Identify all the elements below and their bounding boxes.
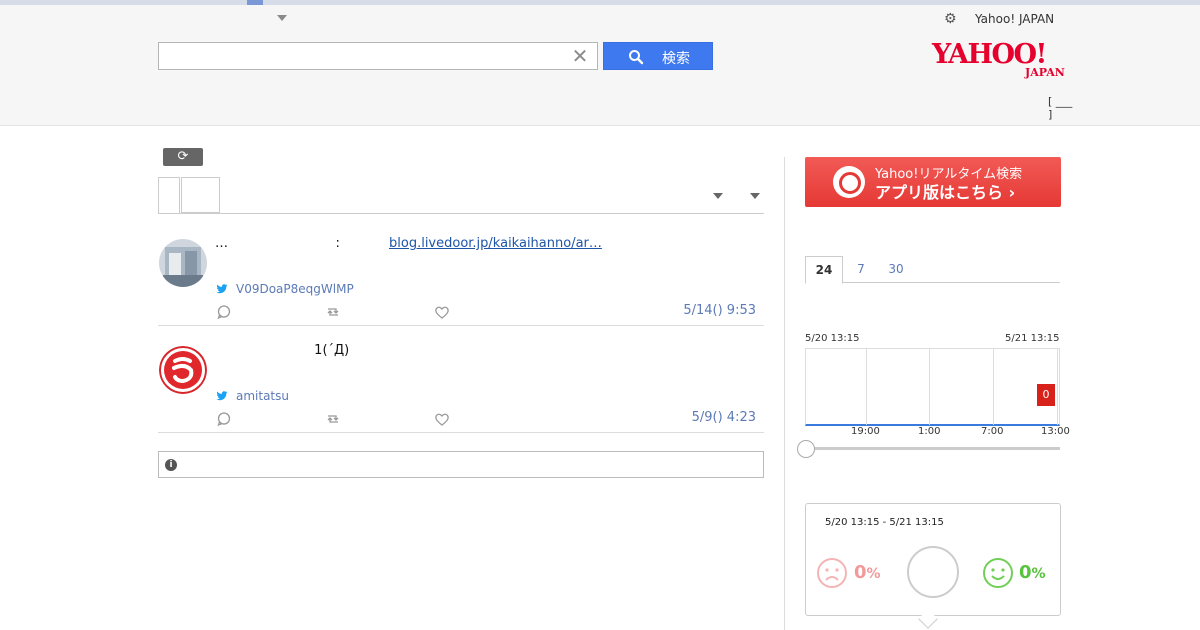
tab-range-7[interactable]: 7	[851, 256, 871, 283]
tabs-divider	[158, 213, 764, 214]
twitter-icon	[216, 284, 228, 294]
positive-value: 0	[1019, 562, 1032, 583]
tweet-time[interactable]: 5/14() 9:53	[683, 303, 756, 318]
gear-icon[interactable]: ⚙	[944, 12, 958, 26]
negative-percent: 0%	[854, 562, 881, 583]
gridline	[929, 349, 930, 425]
filter-dropdown-icon[interactable]	[750, 193, 760, 199]
positive-unit: %	[1031, 566, 1046, 582]
chart-start-label: 5/20 13:15	[805, 333, 860, 344]
yahoo-japan-link[interactable]: Yahoo! JAPAN	[975, 12, 1054, 26]
gridline	[1057, 349, 1058, 425]
x-tick-label: 1:00	[918, 426, 941, 437]
tweet-username[interactable]: V09DoaP8eqgWlMP	[236, 282, 354, 296]
tweet-username[interactable]: amitatsu	[236, 389, 289, 403]
bracket-text: [ ___ ]	[1048, 95, 1073, 121]
like-icon[interactable]	[434, 304, 450, 320]
time-slider-track[interactable]	[805, 447, 1060, 450]
refresh-icon: ⟳	[177, 149, 189, 164]
app-banner-cta: アプリ版はこちら ›	[875, 183, 1016, 202]
gridline	[866, 349, 867, 425]
search-icon	[629, 50, 644, 65]
search-button-label: 検索	[662, 51, 690, 67]
tab-2[interactable]	[181, 177, 220, 213]
tweet-volume-chart: 0	[805, 348, 1060, 426]
time-slider-handle[interactable]	[797, 440, 815, 458]
tab-range-30[interactable]: 30	[883, 256, 909, 283]
logo-subtext: JAPAN	[1024, 66, 1065, 79]
avatar[interactable]	[159, 346, 207, 394]
info-icon: i	[165, 459, 177, 471]
sort-dropdown-icon[interactable]	[713, 193, 723, 199]
gridline	[993, 349, 994, 425]
tweet-link[interactable]: blog.livedoor.jp/kaikaihanno/ar…	[389, 236, 602, 251]
twitter-icon	[216, 391, 228, 401]
chart-end-label: 5/21 13:15	[1005, 333, 1060, 344]
clear-icon[interactable]: ✕	[569, 45, 591, 67]
search-button[interactable]: 検索	[603, 42, 713, 70]
range-tabs: 24 7 30	[805, 256, 1060, 284]
retweet-icon[interactable]	[325, 304, 341, 320]
reply-icon[interactable]	[216, 304, 232, 320]
sentiment-panel: 5/20 13:15 - 5/21 13:15 0% 0%	[805, 503, 1061, 616]
column-divider	[784, 157, 785, 630]
sentiment-range: 5/20 13:15 - 5/21 13:15	[825, 517, 944, 528]
chart-bar[interactable]: 0	[1037, 384, 1055, 406]
refresh-button[interactable]: ⟳	[163, 148, 203, 166]
info-notice: i	[158, 451, 764, 478]
tweet-item: … : blog.livedoor.jp/kaikaihanno/ar… V09…	[158, 219, 764, 326]
retweet-icon[interactable]	[325, 411, 341, 427]
negative-face-icon	[817, 558, 847, 588]
sentiment-ring	[907, 546, 959, 598]
search-input[interactable]	[165, 47, 560, 65]
tab-range-24[interactable]: 24	[805, 256, 843, 284]
search-app-icon	[833, 166, 865, 198]
like-icon[interactable]	[434, 411, 450, 427]
tweet-text: 1(´Д)	[215, 343, 350, 358]
tab-1[interactable]	[158, 177, 180, 214]
app-banner[interactable]: Yahoo!リアルタイム検索 アプリ版はこちら ›	[805, 157, 1061, 207]
positive-face-icon	[983, 558, 1013, 588]
x-tick-label: 19:00	[851, 426, 880, 437]
search-box: ✕	[158, 42, 598, 70]
reply-icon[interactable]	[216, 411, 232, 427]
x-tick-label: 13:00	[1041, 426, 1070, 437]
tweet-text: … :	[215, 236, 340, 251]
negative-unit: %	[866, 566, 881, 582]
avatar[interactable]	[159, 239, 207, 287]
tweet-item: 1(´Д) amitatsu 5/9() 4:23	[158, 326, 764, 433]
chevron-down-icon[interactable]	[277, 15, 287, 21]
yahoo-japan-logo[interactable]: YAHOO! JAPAN	[930, 39, 1070, 79]
x-tick-label: 7:00	[981, 426, 1004, 437]
positive-percent: 0%	[1019, 562, 1046, 583]
tweet-time[interactable]: 5/9() 4:23	[692, 410, 756, 425]
header: ⚙ Yahoo! JAPAN ✕ 検索 YAHOO! JAPAN [ ___ ]	[0, 5, 1200, 126]
negative-value: 0	[854, 562, 867, 583]
